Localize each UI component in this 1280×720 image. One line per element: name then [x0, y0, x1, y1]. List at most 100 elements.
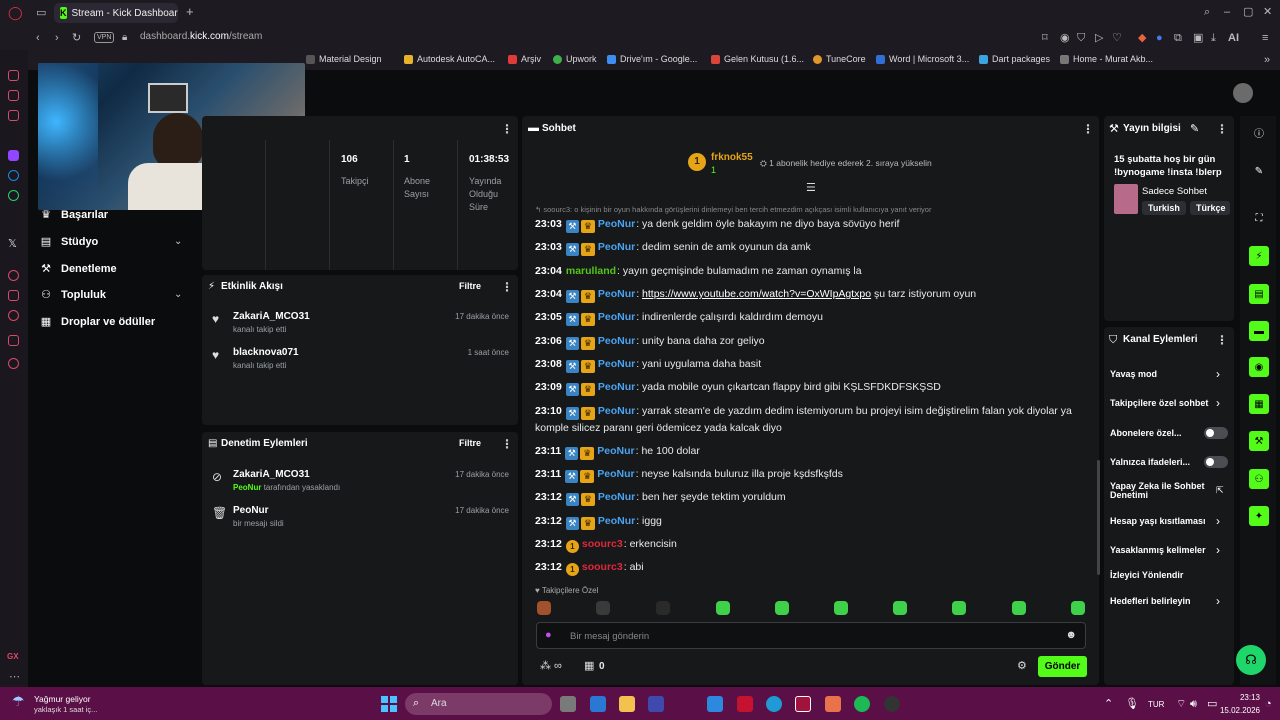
chevron-up-icon[interactable]: ⌃ [1104, 698, 1113, 710]
message-link[interactable]: https://www.youtube.com/watch?v=OxWIpAgt… [642, 288, 871, 300]
microphone-icon[interactable]: ● [545, 629, 552, 641]
extension-blue-icon[interactable]: ● [1156, 32, 1163, 44]
sidebar-item-studyo[interactable]: ▤ Stüdyo [40, 235, 98, 249]
help-support-icon[interactable]: ☊ [1236, 645, 1266, 675]
tab-menu-icon[interactable]: ▭ [36, 7, 46, 19]
chevron-right-icon[interactable]: › [1216, 396, 1220, 410]
action-account-age[interactable]: Hesap yaşı kısıtlaması [1110, 516, 1206, 526]
opera-gx-icon[interactable] [795, 696, 811, 712]
wifi-icon[interactable]: ⌔ [1176, 698, 1186, 710]
bookmark-item[interactable]: TuneCore [813, 54, 866, 64]
action-raid[interactable]: İzleyici Yönlendir [1110, 570, 1183, 580]
moderation-menu-icon[interactable]: ⋮ [501, 437, 513, 451]
pin-toggle-icon[interactable]: ☰ [806, 182, 816, 194]
clock-time[interactable]: 23:13 [1220, 693, 1260, 702]
sidebar-item-denetleme[interactable]: ⚒ Denetleme [40, 262, 117, 276]
app-icon[interactable] [825, 696, 841, 712]
chat-input[interactable]: ● Bir mesaj gönderin ☻ [536, 622, 1086, 649]
sidebar-app-icon[interactable] [8, 290, 19, 301]
message-username[interactable]: PeoNur [598, 288, 635, 300]
chat-message[interactable]: 23:12 ⚒ ♛ PeoNur: ben her şeyde tektim yoru… [535, 489, 1075, 506]
download-icon[interactable]: ⤓ [1211, 32, 1216, 44]
info-icon[interactable]: ⓘ [1249, 122, 1269, 142]
chat-message[interactable]: 23:03 ⚒ ♛ PeoNur: dedim senin de amk oyunun… [535, 239, 1075, 256]
emoji-icon[interactable]: ☻ [1065, 629, 1077, 641]
camera-icon[interactable]: ◉ [1060, 32, 1070, 44]
action-followers-only[interactable]: Takipçilere özel sohbet [1110, 398, 1214, 408]
bookmark-item[interactable]: Home - Murat Akb... [1060, 54, 1153, 64]
chat-message[interactable]: 23:09 ⚒ ♛ PeoNur: yada mobile oyun çıkartca… [535, 379, 1075, 396]
heart-icon[interactable]: ♡ [1112, 32, 1122, 44]
emote[interactable] [596, 601, 610, 615]
sidebar-app-icon[interactable] [8, 70, 19, 81]
avatar[interactable] [1233, 83, 1253, 103]
chat-menu-icon[interactable]: ⋮ [1082, 122, 1094, 136]
emote[interactable] [1012, 601, 1026, 615]
community-icon[interactable]: ⚇ [1249, 469, 1269, 489]
subscribers-only-toggle[interactable] [1204, 427, 1228, 439]
chat-scrollbar[interactable] [1097, 460, 1100, 575]
bookmark-item[interactable]: Upwork [553, 54, 597, 64]
chat-message[interactable]: 23:10 ⚒ ♛ PeoNur: yarrak steam'e de yazdım … [535, 403, 1075, 437]
bookmark-item[interactable]: Material Design [306, 54, 382, 64]
edit-icon[interactable]: ✎ [1190, 123, 1199, 135]
volume-icon[interactable]: 🔊︎ [1190, 698, 1197, 710]
bookmark-icon[interactable]: ⌑ [1042, 32, 1048, 44]
extensions-icon[interactable]: ⧉ [1174, 32, 1182, 44]
emote[interactable] [893, 601, 907, 615]
stats-menu-icon[interactable]: ⋮ [501, 122, 513, 136]
more-icon[interactable]: ⋯ [9, 671, 20, 683]
extension-fox-icon[interactable]: ◆ [1138, 32, 1146, 44]
channel-actions-menu-icon[interactable]: ⋮ [1216, 333, 1228, 347]
activity-menu-icon[interactable]: ⋮ [501, 280, 513, 294]
forward-icon[interactable]: › [55, 32, 59, 44]
emote[interactable] [834, 601, 848, 615]
emote[interactable] [537, 601, 551, 615]
message-username[interactable]: PeoNur [598, 405, 635, 417]
chevron-down-icon[interactable]: ⌄ [174, 289, 182, 300]
moderation-filter-button[interactable]: Filtre [459, 438, 481, 448]
action-ai-moderation[interactable]: Yapay Zeka ile Sohbet Denetimi [1110, 482, 1205, 500]
close-window-icon[interactable]: ✕ [1263, 6, 1272, 18]
chevron-down-icon[interactable]: ⌄ [174, 236, 182, 247]
ai-button[interactable]: AI [1228, 32, 1239, 44]
chevron-right-icon[interactable]: › [1216, 594, 1220, 608]
emote[interactable] [775, 601, 789, 615]
settings-icon[interactable] [8, 358, 19, 369]
bookmark-item[interactable]: Dart packages [979, 54, 1050, 64]
activity-filter-button[interactable]: Filtre [459, 281, 481, 291]
moderation-user[interactable]: ZakariA_MCO31 [233, 469, 310, 480]
bookmarks-more-icon[interactable]: » [1264, 54, 1270, 66]
bookmark-item[interactable]: Arşiv [508, 54, 541, 64]
message-username[interactable]: marulland [566, 265, 616, 277]
wrench-icon[interactable]: ⚒ [1249, 431, 1269, 451]
sidebar-item-droplar[interactable]: ▦ Droplar ve ödüller [40, 315, 155, 329]
chat-message[interactable]: 23:06 ⚒ ♛ PeoNur: unity bana daha zor geliy… [535, 333, 1075, 350]
emote[interactable] [716, 601, 730, 615]
reload-icon[interactable]: ↻ [72, 32, 81, 44]
moderation-user[interactable]: PeoNur [233, 505, 269, 516]
browser-tab[interactable]: K Stream - Kick Dashboard ✕ [54, 3, 178, 23]
windows-start-icon[interactable] [381, 696, 397, 712]
history-icon[interactable] [8, 310, 19, 321]
mic-tray-icon[interactable]: 🎙︎ [1125, 698, 1139, 710]
sidebar-item-basarilar[interactable]: ♛ Başarılar [40, 208, 108, 222]
message-username[interactable]: PeoNur [598, 241, 635, 253]
layout-icon[interactable]: ▦ [1249, 394, 1269, 414]
spotify-icon[interactable] [854, 696, 870, 712]
messenger-icon[interactable] [8, 170, 19, 181]
outlook-icon[interactable] [590, 696, 606, 712]
plugin-icon[interactable]: ✦ [1249, 506, 1269, 526]
taskview-icon[interactable] [560, 696, 576, 712]
emote[interactable] [1071, 601, 1085, 615]
file-explorer-icon[interactable] [619, 696, 635, 712]
weather-title[interactable]: Yağmur geliyor [34, 694, 91, 704]
chat-message[interactable]: 23:03 ⚒ ♛ PeoNur: ya denk geldim öyle bakay… [535, 216, 1075, 233]
notifications-icon[interactable]: ◔ [1265, 698, 1272, 710]
chat-message[interactable]: 23:11 ⚒ ♛ PeoNur: neyse kalsında buluruz il… [535, 466, 1075, 483]
shield-icon[interactable]: ⛉ [1077, 32, 1085, 44]
send-button[interactable]: Gönder [1038, 656, 1087, 677]
url-field[interactable]: dashboard.kick.com/stream [140, 31, 262, 42]
action-goals[interactable]: Hedefleri belirleyin [1110, 596, 1191, 606]
message-username[interactable]: PeoNur [598, 515, 635, 527]
